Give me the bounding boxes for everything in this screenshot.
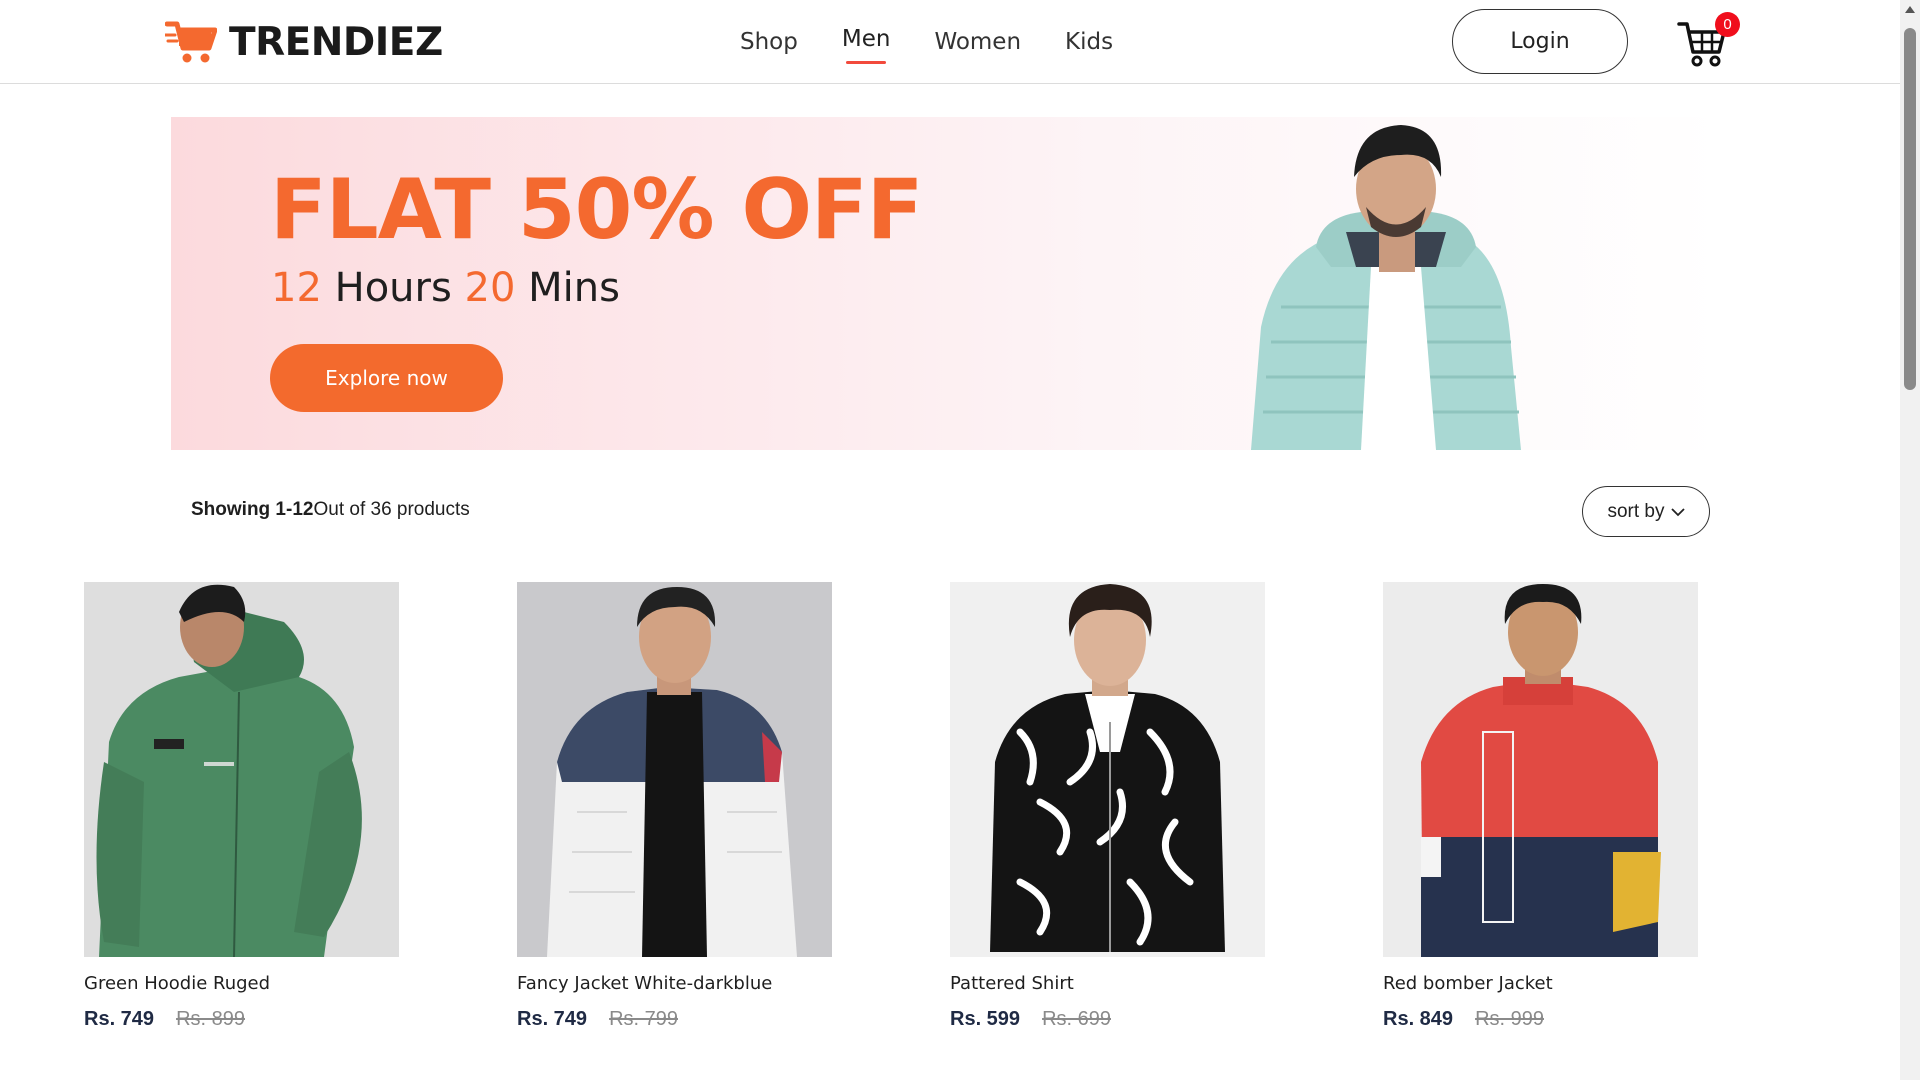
chevron-down-icon	[1670, 507, 1685, 516]
product-price: Rs. 849	[1383, 1008, 1454, 1030]
product-card[interactable]: Green Hoodie Ruged Rs. 749 Rs. 899	[84, 582, 399, 1031]
product-image[interactable]	[517, 582, 832, 957]
price-row: Rs. 749 Rs. 799	[517, 1008, 832, 1031]
nav-item-women[interactable]: Women	[934, 29, 1021, 55]
product-name[interactable]: Pattered Shirt	[950, 973, 1265, 994]
red-bomber-jacket-photo	[1383, 582, 1698, 957]
price-row: Rs. 749 Rs. 899	[84, 1008, 399, 1031]
nav-item-kids[interactable]: Kids	[1065, 29, 1113, 55]
brand-name: TRENDIEZ	[229, 19, 443, 65]
product-name[interactable]: Red bomber Jacket	[1383, 973, 1698, 994]
countdown-hours-label: Hours	[334, 265, 452, 311]
shopping-cart-logo-icon	[165, 21, 217, 63]
page-scrollbar[interactable]	[1900, 0, 1920, 1080]
green-hoodie-photo	[84, 582, 399, 957]
cart-button[interactable]: 0	[1677, 12, 1740, 68]
product-old-price: Rs. 899	[176, 1008, 245, 1030]
product-card[interactable]: Fancy Jacket White-darkblue Rs. 749 Rs. …	[517, 582, 832, 1031]
price-row: Rs. 599 Rs. 699	[950, 1008, 1265, 1031]
sort-dropdown[interactable]: sort by	[1582, 486, 1710, 537]
brand-logo[interactable]: TRENDIEZ	[165, 18, 443, 66]
product-card[interactable]: Pattered Shirt Rs. 599 Rs. 699	[950, 582, 1265, 1031]
results-range: Showing 1-12	[191, 499, 314, 520]
product-price: Rs. 749	[84, 1008, 155, 1030]
scroll-up-arrow-icon[interactable]	[1905, 6, 1915, 13]
results-count: Showing 1-12Out of 36 products	[191, 499, 470, 521]
login-button[interactable]: Login	[1452, 9, 1628, 74]
nav-item-shop[interactable]: Shop	[740, 29, 798, 55]
countdown-mins-label: Mins	[528, 265, 620, 311]
results-total: Out of 36 products	[313, 499, 470, 520]
promo-banner: FLAT 50% OFF 12 Hours 20 Mins Explore no…	[171, 117, 1722, 450]
price-row: Rs. 849 Rs. 999	[1383, 1008, 1698, 1031]
countdown-mins-value: 20	[464, 265, 516, 311]
cart-count-badge: 0	[1715, 12, 1740, 37]
nav-item-men[interactable]: Men	[842, 26, 890, 64]
product-image[interactable]	[84, 582, 399, 957]
scrollbar-thumb[interactable]	[1904, 28, 1916, 390]
white-navy-jacket-photo	[517, 582, 832, 957]
countdown-hours-value: 12	[271, 265, 322, 311]
product-image[interactable]	[1383, 582, 1698, 957]
sort-label: sort by	[1607, 500, 1665, 522]
product-name[interactable]: Green Hoodie Ruged	[84, 973, 399, 994]
product-card[interactable]: Red bomber Jacket Rs. 849 Rs. 999	[1383, 582, 1698, 1031]
explore-now-button[interactable]: Explore now	[270, 344, 503, 412]
product-old-price: Rs. 999	[1475, 1008, 1544, 1030]
top-header: TRENDIEZ Shop Men Women Kids Login 0	[0, 0, 1900, 84]
product-name[interactable]: Fancy Jacket White-darkblue	[517, 973, 832, 994]
product-old-price: Rs. 799	[609, 1008, 678, 1030]
banner-countdown: 12 Hours 20 Mins	[271, 265, 620, 311]
product-price: Rs. 599	[950, 1008, 1021, 1030]
banner-model-image	[1251, 125, 1521, 450]
main-nav: Shop Men Women Kids	[740, 0, 1157, 84]
banner-title: FLAT 50% OFF	[270, 161, 923, 258]
product-price: Rs. 749	[517, 1008, 588, 1030]
product-image[interactable]	[950, 582, 1265, 957]
patterned-shirt-photo	[950, 582, 1265, 957]
product-old-price: Rs. 699	[1042, 1008, 1111, 1030]
